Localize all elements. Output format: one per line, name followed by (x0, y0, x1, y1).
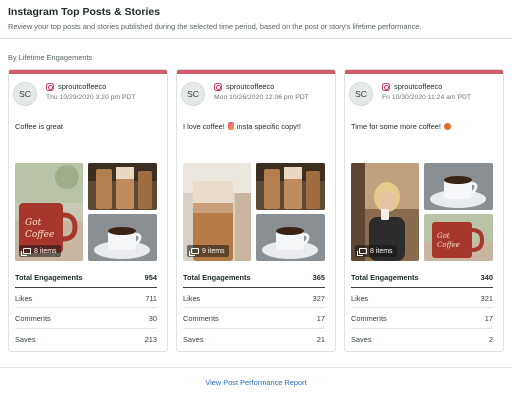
metric-label: Saves (15, 334, 36, 344)
svg-text:Coffee: Coffee (25, 230, 54, 240)
metric-label: Comments (183, 314, 219, 323)
metric-saves: Saves 21 (183, 329, 325, 350)
metric-total-engagements: Total Engagements 340 (351, 267, 493, 288)
post-caption: I love coffee! insta specific copy!! (183, 122, 301, 131)
items-badge: 8 items (19, 245, 61, 257)
page-header: Instagram Top Posts & Stories Review you… (8, 6, 504, 31)
post-media[interactable]: Got Coffee 8 items (15, 163, 157, 261)
metric-label: Likes (15, 293, 33, 303)
avatar[interactable]: SC (13, 82, 37, 106)
thumb-mug[interactable]: Got Coffee (424, 214, 493, 261)
thumb-iced-coffee[interactable] (88, 163, 157, 210)
metric-likes: Likes 327 (183, 288, 325, 308)
metric-value: 2 (488, 334, 493, 344)
footer-divider (0, 367, 512, 368)
thumb-coffee-cup[interactable] (88, 214, 157, 261)
metric-value: 213 (144, 334, 157, 344)
avatar[interactable]: SC (349, 82, 373, 106)
metric-saves: Saves 2 (351, 329, 493, 350)
thumb-coffee-cup[interactable] (424, 163, 493, 210)
svg-text:Got: Got (25, 218, 42, 228)
items-count: 9 items (202, 247, 225, 255)
post-caption: Coffee is great (15, 122, 63, 131)
metrics-list: Total Engagements 954 Likes 711 Comments… (15, 267, 157, 349)
post-card[interactable]: SC sproutcoffeeco Thu 10/29/2020 3:20 pm… (8, 69, 168, 352)
post-date: Thu 10/29/2020 3:20 pm PDT (46, 94, 136, 101)
avatar[interactable]: SC (181, 82, 205, 106)
metric-label: Comments (351, 314, 387, 323)
metric-total-engagements: Total Engagements 365 (183, 267, 325, 288)
emoji-icon (227, 122, 234, 130)
metric-value: 954 (144, 273, 157, 282)
post-date: Fri 10/30/2020 11:24 am PDT (382, 94, 472, 101)
album-icon (21, 248, 31, 256)
metric-comments: Comments 30 (15, 308, 157, 329)
metric-value: 327 (312, 293, 325, 303)
metric-comments: Comments 17 (183, 308, 325, 329)
metric-label: Total Engagements (183, 273, 251, 282)
card-header: SC sproutcoffeeco Mon 10/26/2020 12:06 p… (177, 74, 335, 114)
metric-likes: Likes 711 (15, 288, 157, 308)
card-header: SC sproutcoffeeco Thu 10/29/2020 3:20 pm… (9, 74, 167, 114)
metric-label: Saves (351, 334, 372, 344)
card-header: SC sproutcoffeeco Fri 10/30/2020 11:24 a… (345, 74, 503, 114)
caption-text: Time for some more coffee! (351, 122, 441, 131)
section-label: By Lifetime Engagements (8, 53, 93, 62)
caption-text: insta specific copy!! (236, 122, 301, 131)
metric-label: Comments (15, 314, 51, 323)
thumb-coffee-cup[interactable] (256, 214, 325, 261)
post-caption: Time for some more coffee! (351, 122, 452, 131)
metric-label: Likes (351, 293, 369, 303)
metric-value: 17 (316, 314, 325, 323)
metric-label: Total Engagements (15, 273, 83, 282)
profile-handle[interactable]: sproutcoffeeco (226, 82, 274, 91)
header-divider (0, 38, 512, 39)
items-count: 8 items (370, 247, 393, 255)
metric-value: 21 (316, 334, 325, 344)
instagram-icon (214, 83, 222, 91)
metric-value: 365 (312, 273, 325, 282)
post-date: Mon 10/26/2020 12:06 pm PDT (214, 94, 309, 101)
view-report-link[interactable]: View Post Performance Report (0, 378, 512, 387)
items-badge: 9 items (187, 245, 229, 257)
profile-handle[interactable]: sproutcoffeeco (394, 82, 442, 91)
metric-total-engagements: Total Engagements 954 (15, 267, 157, 288)
svg-text:Coffee: Coffee (437, 241, 460, 249)
thumb-iced-coffee[interactable] (256, 163, 325, 210)
metric-label: Saves (183, 334, 204, 344)
post-media[interactable]: 8 items Got Coffee (351, 163, 493, 261)
album-icon (189, 248, 199, 256)
instagram-icon (46, 83, 54, 91)
emoji-icon (444, 123, 452, 130)
metric-saves: Saves 213 (15, 329, 157, 350)
metric-value: 321 (480, 293, 493, 303)
metric-value: 17 (484, 314, 493, 323)
items-count: 8 items (34, 247, 57, 255)
metric-likes: Likes 321 (351, 288, 493, 308)
metric-value: 340 (480, 273, 493, 282)
album-icon (357, 248, 367, 256)
metrics-list: Total Engagements 340 Likes 321 Comments… (351, 267, 493, 349)
main-image-person[interactable]: 8 items (351, 163, 419, 261)
metric-value: 30 (148, 314, 157, 323)
metric-value: 711 (145, 293, 157, 303)
main-image-mug[interactable]: Got Coffee 8 items (15, 163, 83, 261)
metrics-list: Total Engagements 365 Likes 327 Comments… (183, 267, 325, 349)
svg-text:Got: Got (437, 232, 450, 240)
page-title: Instagram Top Posts & Stories (8, 6, 161, 18)
post-media[interactable]: 9 items (183, 163, 325, 261)
post-card[interactable]: SC sproutcoffeeco Mon 10/26/2020 12:06 p… (176, 69, 336, 352)
profile-handle[interactable]: sproutcoffeeco (58, 82, 106, 91)
metric-label: Total Engagements (351, 273, 419, 282)
post-card[interactable]: SC sproutcoffeeco Fri 10/30/2020 11:24 a… (344, 69, 504, 352)
page-subtitle: Review your top posts and stories publis… (8, 22, 422, 31)
metric-comments: Comments 17 (351, 308, 493, 329)
caption-text: I love coffee! (183, 122, 225, 131)
instagram-icon (382, 83, 390, 91)
metric-label: Likes (183, 293, 201, 303)
items-badge: 8 items (355, 245, 397, 257)
main-image-iced-coffee[interactable]: 9 items (183, 163, 251, 261)
